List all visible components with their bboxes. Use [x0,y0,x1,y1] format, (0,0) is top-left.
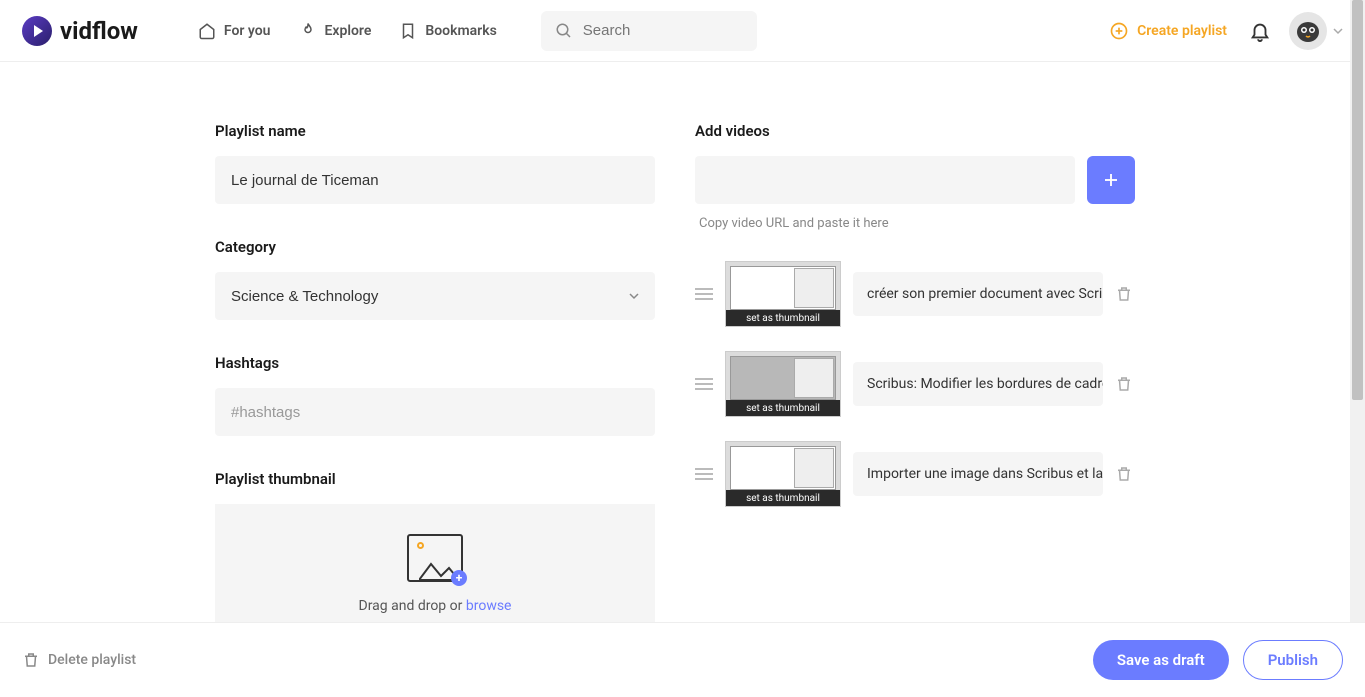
playlist-name-label: Playlist name [215,122,655,140]
create-label: Create playlist [1137,23,1227,39]
nav-explore[interactable]: Explore [299,22,372,40]
scrollbar[interactable] [1350,0,1365,697]
trash-icon[interactable] [1115,375,1135,393]
upload-text: Drag and drop or browse [359,598,512,614]
thumbnail-label: Playlist thumbnail [215,470,655,488]
add-videos-label: Add videos [695,122,1135,140]
home-icon [198,22,216,40]
trash-icon[interactable] [1115,285,1135,303]
publish-button[interactable]: Publish [1243,640,1343,680]
delete-playlist-button[interactable]: Delete playlist [22,651,136,669]
search-box[interactable] [541,11,757,51]
search-input[interactable] [583,22,743,39]
notifications-icon[interactable] [1249,20,1271,42]
header: vidflow For you Explore Bookmarks [0,0,1365,62]
search-icon [555,22,573,40]
image-icon: + [407,534,463,582]
hashtags-input[interactable] [215,388,655,436]
category-label: Category [215,238,655,256]
video-url-input[interactable] [695,156,1075,204]
logo-text: vidflow [60,17,138,45]
video-title[interactable]: Importer une image dans Scribus et la mo [853,452,1103,496]
video-title[interactable]: Scribus: Modifier les bordures de cadres [853,362,1103,406]
category-select[interactable] [215,272,655,320]
trash-icon[interactable] [1115,465,1135,483]
fire-icon [299,22,317,40]
create-playlist-button[interactable]: Create playlist [1109,21,1227,41]
nav-for-you[interactable]: For you [198,22,271,40]
logo[interactable]: vidflow [22,16,138,46]
bookmark-icon [399,22,417,40]
video-row: set as thumbnail Scribus: Modifier les b… [695,351,1135,417]
set-thumbnail-button[interactable]: set as thumbnail [726,310,840,326]
video-thumbnail[interactable]: set as thumbnail [725,261,841,327]
set-thumbnail-button[interactable]: set as thumbnail [726,400,840,416]
nav-label: Explore [325,23,372,39]
video-title[interactable]: créer son premier document avec Scribus [853,272,1103,316]
video-thumbnail[interactable]: set as thumbnail [725,351,841,417]
drag-handle-icon[interactable] [695,288,713,300]
chevron-down-icon [1333,26,1343,36]
playlist-name-input[interactable] [215,156,655,204]
nav-bookmarks[interactable]: Bookmarks [399,22,496,40]
avatar [1289,12,1327,50]
browse-link[interactable]: browse [466,598,512,614]
video-row: set as thumbnail Importer une image dans… [695,441,1135,507]
nav-label: For you [224,23,271,39]
nav-label: Bookmarks [425,23,496,39]
thumbnail-upload-area[interactable]: + Drag and drop or browse [215,504,655,622]
video-row: set as thumbnail créer son premier docum… [695,261,1135,327]
hashtags-label: Hashtags [215,354,655,372]
trash-icon [22,651,40,669]
drag-handle-icon[interactable] [695,378,713,390]
video-thumbnail[interactable]: set as thumbnail [725,441,841,507]
add-video-button[interactable] [1087,156,1135,204]
logo-icon [22,16,52,46]
footer: Delete playlist Save as draft Publish [0,622,1365,697]
user-menu[interactable] [1289,12,1343,50]
plus-circle-icon [1109,21,1129,41]
set-thumbnail-button[interactable]: set as thumbnail [726,490,840,506]
drag-handle-icon[interactable] [695,468,713,480]
save-draft-button[interactable]: Save as draft [1093,640,1229,680]
url-helper-text: Copy video URL and paste it here [699,216,1135,231]
delete-label: Delete playlist [48,652,136,668]
